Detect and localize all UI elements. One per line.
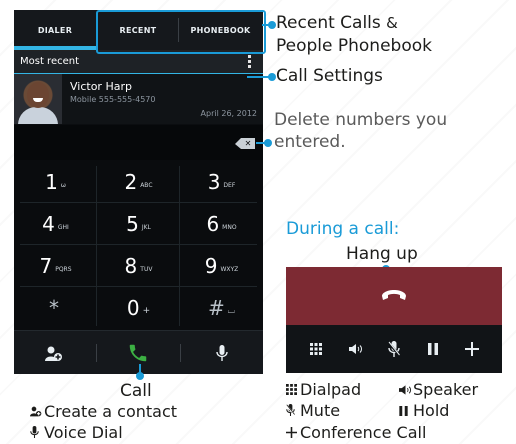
phonebook-note: People Phonebook [276, 36, 432, 56]
recent-header-title: Most recent [20, 56, 80, 67]
keypad: 1ω 2 ABC 3 DEF 4 GHI 5 JKL 6 MNO 7 PQRS 8 TUV 9… [14, 160, 263, 330]
key-4[interactable]: 4 GHI [15, 204, 96, 244]
create-contact-text: Create a contact [44, 402, 178, 421]
contact-name: Victor Harp [70, 80, 132, 93]
hold-icon [399, 402, 413, 422]
key-digit: 2 [124, 170, 138, 194]
key-letters: + [142, 306, 151, 316]
dialpad-icon [286, 381, 300, 401]
key-9[interactable]: 9 WXYZ [181, 246, 262, 286]
key-letters: ABC [140, 181, 153, 189]
callout-dot [268, 73, 276, 81]
key-digit: 7 [39, 254, 53, 278]
key-1[interactable]: 1ω [15, 162, 96, 202]
speaker-icon [399, 381, 413, 401]
add-contact-icon [30, 403, 44, 423]
key-digit: 6 [206, 212, 220, 236]
key-letters: WXYZ [220, 265, 239, 273]
hold-legend: Hold [399, 401, 449, 422]
create-contact-legend: Create a contact [30, 402, 177, 423]
key-digit: # [208, 296, 225, 320]
key-digit: 5 [126, 212, 139, 236]
callout-line [247, 76, 269, 78]
dialpad-text: Dialpad [300, 380, 362, 399]
avatar [14, 74, 62, 124]
contact-date: April 26, 2012 [200, 109, 257, 118]
overflow-menu-icon[interactable] [248, 55, 251, 69]
hold-text: Hold [413, 401, 450, 420]
call-icon[interactable] [97, 331, 179, 374]
recent-phonebook-highlight [96, 10, 266, 54]
mute-icon [285, 402, 300, 422]
number-entry-field[interactable] [14, 125, 263, 160]
key-5[interactable]: 5 JKL [98, 204, 179, 244]
in-call-toolbar [286, 325, 502, 373]
hold-icon[interactable] [413, 325, 453, 373]
key-digit: 3 [207, 170, 221, 194]
call-note: Call [120, 381, 152, 401]
speaker-icon[interactable] [336, 325, 376, 373]
key-digit: 8 [124, 254, 138, 278]
key-digit: 9 [204, 254, 218, 278]
delete-note-line2: entered. [274, 132, 346, 152]
key-0[interactable]: 0 + [98, 288, 179, 328]
in-call-screen [286, 267, 502, 373]
microphone-icon[interactable] [181, 331, 263, 374]
key-letters: MNO [222, 223, 237, 231]
key-digit: * [49, 296, 59, 320]
hang-up-icon[interactable] [381, 287, 407, 305]
key-6[interactable]: 6 MNO [181, 204, 262, 244]
ampersand-text: & [386, 14, 398, 32]
key-hash[interactable]: # ⌴ [181, 288, 262, 328]
conference-text: Conference Call [300, 423, 427, 442]
key-2[interactable]: 2 ABC [98, 162, 179, 202]
key-digit: 4 [42, 212, 55, 236]
speaker-legend: Speaker [399, 380, 478, 401]
key-letters: TUV [140, 265, 153, 273]
recent-calls-text: Recent Calls [276, 13, 381, 33]
delete-icon[interactable] [235, 138, 255, 149]
key-3[interactable]: 3 DEF [181, 162, 262, 202]
add-icon[interactable] [452, 325, 492, 373]
tab-dialer[interactable]: DIALER [14, 10, 96, 50]
mute-text: Mute [300, 401, 341, 420]
tab-dialer-label: DIALER [37, 25, 73, 35]
recent-contact-row[interactable]: Victor Harp Mobile 555-555-4570 April 26… [14, 74, 263, 124]
key-letters: ⌴ [227, 306, 235, 316]
key-letters: DEF [223, 181, 236, 189]
recent-calls-note: Recent Calls & [276, 12, 398, 34]
callout-dot [268, 21, 276, 29]
callout-dot [264, 139, 272, 147]
speaker-text: Speaker [413, 380, 479, 399]
phone-dialer-screen: DIALER RECENT PHONEBOOK Most recent Vict… [14, 10, 263, 374]
voice-dial-legend: Voice Dial [30, 423, 123, 444]
callout-dot [136, 372, 144, 380]
voice-dial-text: Voice Dial [44, 423, 123, 442]
key-letters: GHI [57, 223, 69, 231]
mute-icon[interactable] [374, 325, 414, 373]
recent-header: Most recent [14, 51, 263, 74]
key-letters: ω [60, 181, 66, 189]
during-call-heading: During a call: [286, 219, 400, 239]
dialpad-legend: Dialpad [286, 380, 361, 401]
key-letters: PQRS [55, 265, 72, 273]
add-contact-icon[interactable] [14, 331, 94, 374]
key-digit: 1 [45, 170, 58, 194]
hang-up-area[interactable] [286, 267, 502, 325]
key-letters: JKL [141, 223, 151, 231]
add-icon [286, 424, 300, 444]
key-star[interactable]: * [15, 288, 96, 328]
hang-up-note: Hang up [346, 244, 418, 264]
contact-number: Mobile 555-555-4570 [70, 95, 156, 104]
mute-legend: Mute [285, 401, 341, 422]
key-8[interactable]: 8 TUV [98, 246, 179, 286]
key-digit: 0 [126, 296, 140, 320]
key-7[interactable]: 7 PQRS [15, 246, 96, 286]
call-settings-note: Call Settings [276, 66, 383, 86]
microphone-icon [30, 424, 44, 444]
delete-note-line1: Delete numbers you [274, 110, 448, 130]
conference-legend: Conference Call [286, 423, 426, 444]
dialpad-icon[interactable] [296, 325, 336, 373]
